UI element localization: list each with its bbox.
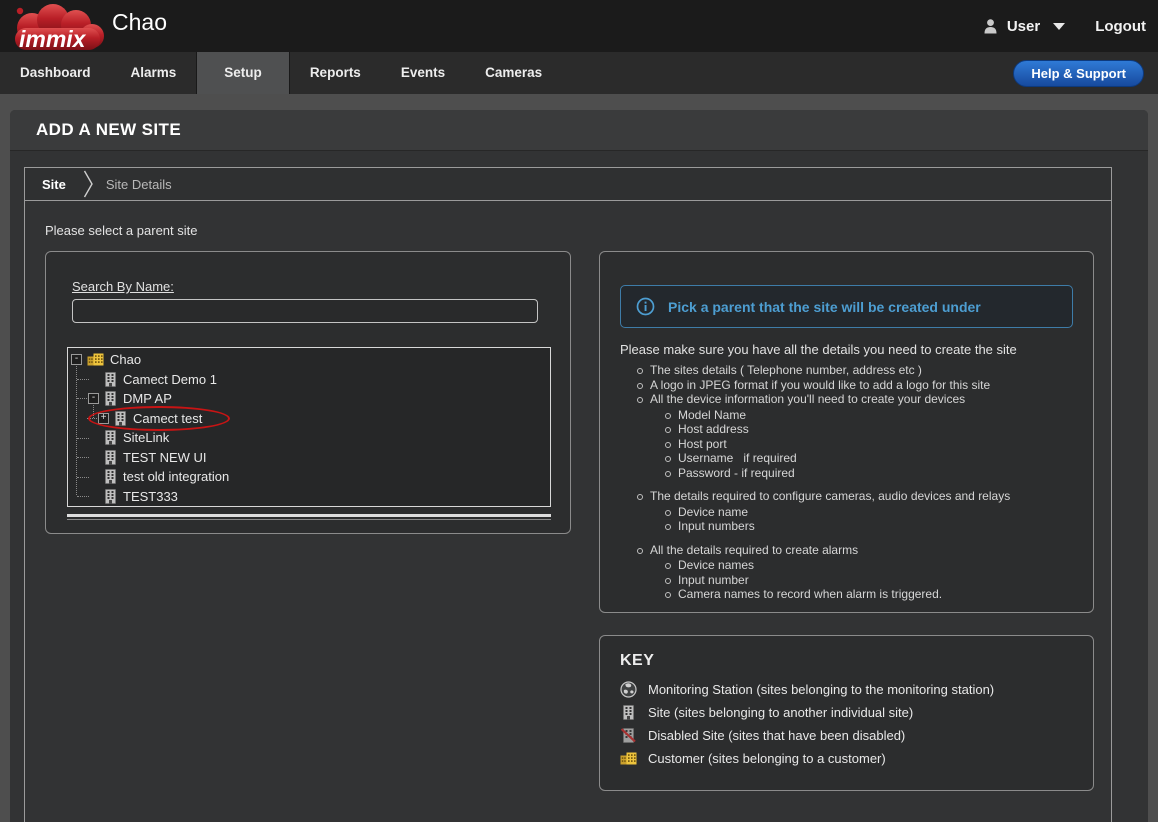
callout-text: Pick a parent that the site will be crea… (668, 299, 981, 315)
site-icon (104, 391, 117, 406)
site-icon (104, 450, 117, 465)
checklist-item: A logo in JPEG format if you would like … (650, 378, 990, 393)
tree-item-label: test old integration (123, 469, 229, 484)
tree-item-site[interactable]: TEST NEW UI (68, 448, 550, 468)
key-title: KEY (620, 652, 1093, 670)
nav-item-setup[interactable]: Setup (196, 52, 290, 94)
checklist-intro: Please make sure you have all the detail… (620, 342, 1093, 357)
tree-item-site[interactable]: TEST333 (68, 487, 550, 507)
checklist-subitem: Password - if required (678, 466, 795, 481)
key-label: Site (sites belonging to another individ… (648, 705, 913, 720)
checklist-subitem: Device name (678, 505, 748, 520)
customer-icon (87, 353, 104, 366)
nav-item-events[interactable]: Events (381, 52, 465, 94)
page-title: ADD A NEW SITE (10, 120, 181, 140)
checklist-item: All the device information you'll need t… (650, 392, 965, 407)
main-nav: Dashboard Alarms Setup Reports Events Ca… (0, 52, 1158, 94)
site-icon (104, 489, 117, 504)
checklist-subitem: Host port (678, 437, 727, 452)
site-checklist: The sites details ( Telephone number, ad… (600, 363, 1093, 602)
nav-item-cameras[interactable]: Cameras (465, 52, 562, 94)
tree-item-site[interactable]: - DMP AP (68, 389, 550, 409)
tree-item-label: Camect test (133, 411, 202, 426)
station-title: Chao (112, 9, 167, 36)
tree-item-site[interactable]: test old integration (68, 467, 550, 487)
key-label: Customer (sites belonging to a customer) (648, 751, 886, 766)
checklist-subitem: Device names (678, 558, 754, 573)
tree-item-label: DMP AP (123, 391, 172, 406)
help-support-button[interactable]: Help & Support (1013, 60, 1144, 87)
site-tree[interactable]: - Chao (67, 347, 551, 507)
logout-link[interactable]: Logout (1095, 18, 1146, 35)
site-icon (114, 411, 127, 426)
checklist-subitem: Input numbers (678, 519, 755, 534)
checklist-item: The sites details ( Telephone number, ad… (650, 363, 922, 378)
key-row: Site (sites belonging to another individ… (618, 701, 1093, 724)
tree-item-label: TEST333 (123, 489, 178, 504)
tree-item-site[interactable]: Camect Demo 1 (68, 370, 550, 390)
tree-item-label: Camect Demo 1 (123, 372, 217, 387)
search-by-name-input[interactable] (72, 299, 538, 323)
site-details-info-panel: Pick a parent that the site will be crea… (599, 251, 1094, 613)
collapse-expander-icon[interactable]: - (71, 354, 82, 365)
key-row: Monitoring Station (sites belonging to t… (618, 678, 1093, 701)
checklist-subitem: Host address (678, 422, 749, 437)
tree-item-site[interactable]: SiteLink (68, 428, 550, 448)
site-icon (104, 469, 117, 484)
tree-item-site-selected[interactable]: + Camect test (68, 409, 550, 429)
tree-divider (67, 519, 551, 520)
panel-header: ADD A NEW SITE (10, 110, 1148, 151)
wizard-step-site[interactable]: Site (25, 177, 83, 192)
site-icon (618, 705, 638, 720)
info-icon (636, 297, 655, 316)
pick-parent-callout: Pick a parent that the site will be crea… (620, 285, 1073, 328)
expand-expander-icon[interactable]: + (98, 413, 109, 424)
site-icon (104, 430, 117, 445)
key-label: Disabled Site (sites that have been disa… (648, 728, 905, 743)
site-step-content: Please select a parent site Search By Na… (24, 201, 1112, 822)
site-icon (104, 372, 117, 387)
wizard-steps: Site Site Details (24, 167, 1112, 201)
search-by-name-label: Search By Name: (72, 279, 174, 294)
customer-icon (618, 752, 638, 765)
user-menu[interactable]: User (983, 18, 1065, 35)
key-row: Disabled Site (sites that have been disa… (618, 724, 1093, 747)
tree-divider (67, 514, 551, 517)
checklist-item: All the details required to create alarm… (650, 543, 858, 558)
tree-item-label: Chao (110, 352, 141, 367)
select-parent-instruction: Please select a parent site (25, 201, 1111, 238)
tree-item-customer[interactable]: - Chao (68, 350, 550, 370)
collapse-expander-icon[interactable]: - (88, 393, 99, 404)
tree-connector-line (76, 361, 77, 495)
nav-item-reports[interactable]: Reports (290, 52, 381, 94)
disabled-site-icon (618, 728, 638, 743)
key-label: Monitoring Station (sites belonging to t… (648, 682, 994, 697)
wizard-step-site-details[interactable]: Site Details (106, 177, 172, 192)
nav-item-alarms[interactable]: Alarms (111, 52, 197, 94)
parent-site-picker: Search By Name: - (45, 251, 571, 534)
top-bar: immix Chao User Logout (0, 0, 1158, 52)
checklist-subitem: Username if required (678, 451, 797, 466)
immix-logo[interactable]: immix (6, 2, 108, 59)
tree-item-label: TEST NEW UI (123, 450, 207, 465)
tree-item-label: SiteLink (123, 430, 169, 445)
person-icon (983, 18, 998, 34)
chevron-down-icon (1053, 23, 1065, 30)
checklist-subitem: Camera names to record when alarm is tri… (678, 587, 942, 602)
step-chevron-icon (83, 170, 94, 198)
globe-icon (618, 681, 638, 698)
logo-text: immix (19, 26, 87, 52)
checklist-item: The details required to configure camera… (650, 489, 1010, 504)
add-site-panel: ADD A NEW SITE Site Site Details Please … (10, 110, 1148, 822)
key-row: Customer (sites belonging to a customer) (618, 747, 1093, 770)
checklist-subitem: Model Name (678, 408, 746, 423)
key-legend-panel: KEY Monitoring Station (sites belonging … (599, 635, 1094, 791)
user-menu-label: User (1007, 18, 1040, 35)
checklist-subitem: Input number (678, 573, 749, 588)
